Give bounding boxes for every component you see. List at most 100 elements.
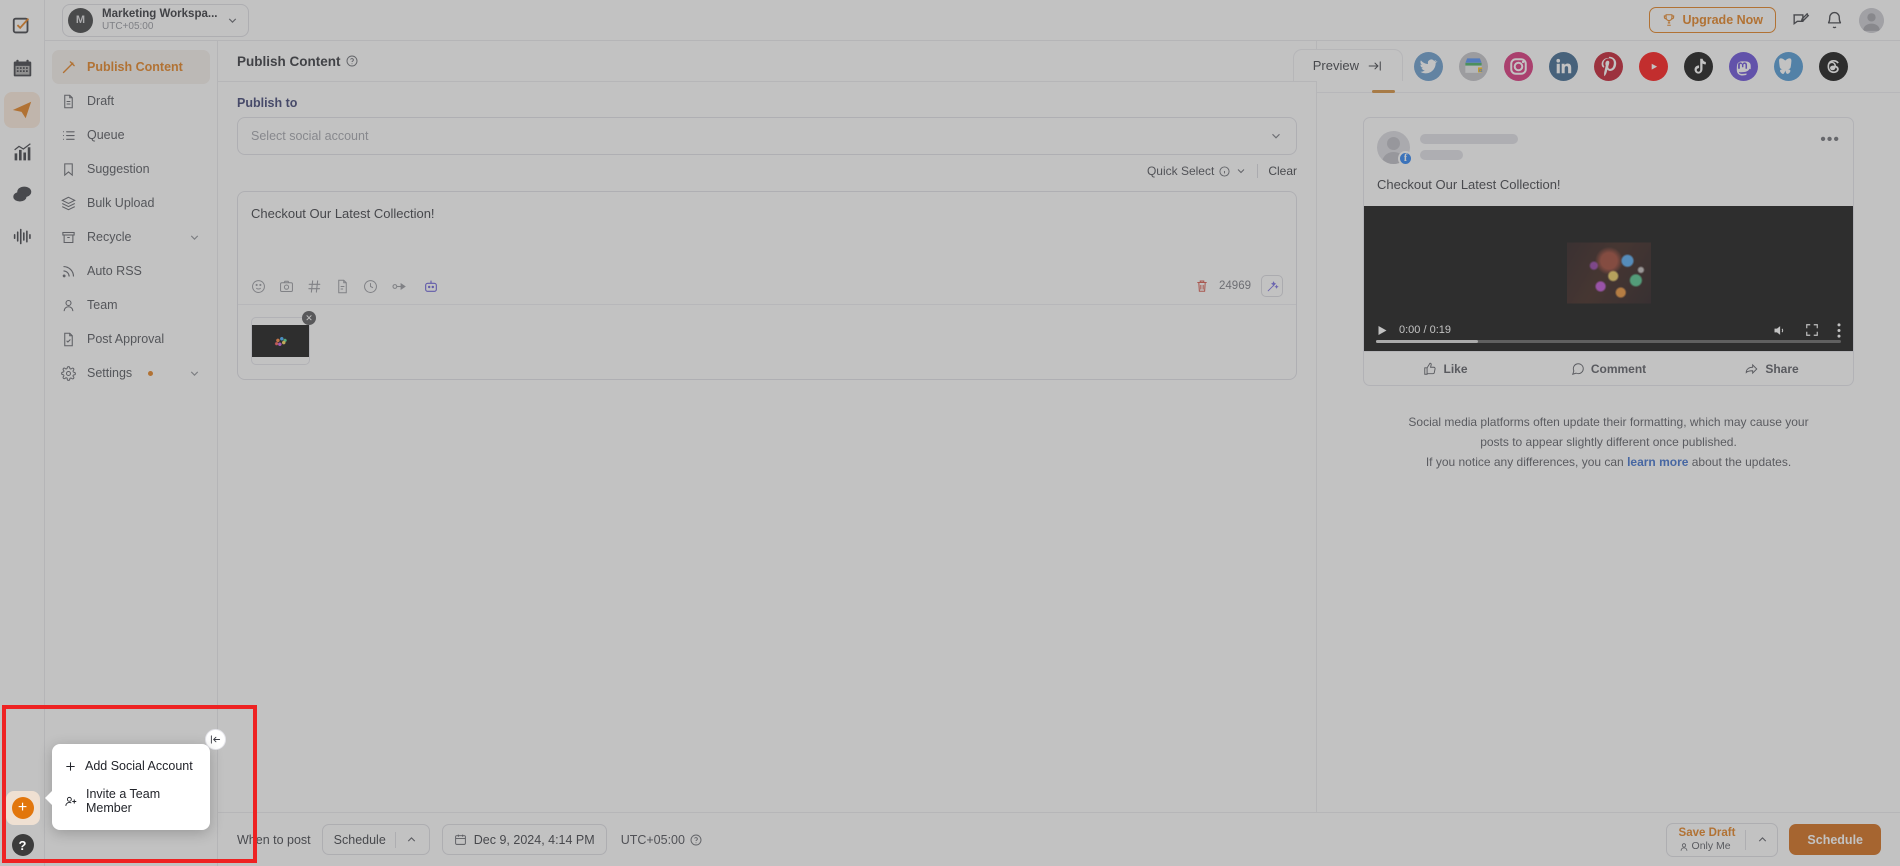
divider	[394, 831, 396, 848]
platform-tab-instagram[interactable]	[1504, 52, 1533, 81]
platform-tab-gmb[interactable]: G	[1459, 52, 1488, 81]
workspace-avatar: M	[68, 7, 93, 33]
date-picker-button[interactable]: Dec 9, 2024, 4:14 PM	[441, 824, 607, 855]
platform-tab-mastodon[interactable]	[1729, 52, 1758, 81]
hashtag-icon[interactable]	[307, 279, 322, 294]
ai-assistant-icon[interactable]	[423, 278, 439, 294]
rail-item-listening[interactable]	[4, 218, 40, 254]
sidebar-item-label: Recycle	[87, 230, 132, 244]
trophy-icon	[1662, 13, 1676, 27]
feedback-icon[interactable]	[1791, 11, 1810, 30]
schedule-mode-value: Schedule	[333, 832, 386, 847]
rail-item-tasks[interactable]	[4, 8, 40, 44]
save-draft-sub-label: Only Me	[1691, 840, 1731, 853]
add-social-account-fab[interactable]: +	[11, 797, 34, 819]
chevron-down-icon	[1235, 165, 1247, 177]
sidebar-item-auto-rss[interactable]: Auto RSS	[52, 254, 210, 288]
help-circle-icon[interactable]	[346, 55, 358, 67]
platform-tab-threads[interactable]	[1819, 52, 1848, 81]
svg-text:G: G	[1479, 68, 1483, 73]
platform-tab-tiktok[interactable]	[1684, 52, 1713, 81]
close-icon[interactable]: ✕	[302, 311, 316, 325]
link-shortener-icon[interactable]	[391, 279, 410, 294]
image-upload-icon[interactable]	[279, 279, 294, 294]
compose-textarea[interactable]: Checkout Our Latest Collection!	[238, 192, 1296, 268]
rss-icon	[61, 264, 76, 279]
schedule-button[interactable]: Schedule	[1789, 824, 1881, 855]
trash-icon[interactable]	[1195, 279, 1209, 293]
timezone-note: UTC+05:00	[621, 833, 702, 847]
workspace-selector[interactable]: M Marketing Workspa... UTC+05:00	[62, 3, 250, 37]
listening-icon	[12, 226, 33, 247]
learn-more-link[interactable]: learn more	[1627, 455, 1688, 469]
schedule-mode-select[interactable]: Schedule	[321, 824, 430, 855]
sidebar-item-bulk-upload[interactable]: Bulk Upload	[52, 186, 210, 220]
bottom-action-bar: When to post Schedule Dec 9, 2024, 4:14 …	[218, 812, 1900, 866]
workspace-timezone: UTC+05:00	[102, 20, 154, 32]
volume-icon[interactable]	[1772, 323, 1787, 338]
add-button-wrap: +	[5, 791, 40, 825]
user-avatar[interactable]	[1859, 7, 1884, 33]
platform-tab-youtube[interactable]	[1639, 52, 1668, 81]
sidebar-item-label: Draft	[87, 94, 115, 108]
sidebar-item-team[interactable]: Team	[52, 288, 210, 322]
video-time-display: 0:00 / 0:19	[1399, 324, 1451, 336]
video-progress-bar[interactable]	[1376, 340, 1841, 343]
play-icon[interactable]	[1376, 324, 1388, 337]
magic-wand-icon[interactable]	[1261, 275, 1283, 297]
sidebar-item-queue[interactable]: Queue	[52, 118, 210, 152]
fullscreen-icon[interactable]	[1805, 323, 1819, 337]
sidebar-item-draft[interactable]: Draft	[52, 84, 210, 118]
chevron-up-icon[interactable]	[1756, 833, 1769, 846]
platform-tab-linkedin[interactable]	[1549, 52, 1578, 81]
like-button[interactable]: Like	[1364, 362, 1527, 376]
rail-item-publish[interactable]	[4, 92, 40, 128]
preview-tab[interactable]: Preview	[1292, 49, 1403, 81]
save-draft-button[interactable]: Save Draft Only Me	[1665, 822, 1779, 857]
comment-icon	[1571, 362, 1585, 376]
sidebar-item-post-approval[interactable]: Post Approval	[52, 322, 210, 356]
notification-bell-icon[interactable]	[1825, 11, 1844, 30]
share-button[interactable]: Share	[1690, 362, 1853, 376]
help-circle-icon[interactable]	[690, 834, 702, 846]
platform-tab-twitter[interactable]	[1414, 52, 1443, 81]
fab-group: + ?	[0, 791, 45, 856]
archive-icon	[61, 230, 76, 245]
sidebar-item-label: Queue	[87, 128, 125, 142]
sidebar-item-settings[interactable]: Settings	[52, 356, 210, 390]
video-controls-right	[1772, 322, 1841, 338]
menu-item-invite-team-member[interactable]: Invite a Team Member	[52, 780, 210, 822]
rail-item-inbox[interactable]	[4, 176, 40, 212]
emoji-icon[interactable]	[251, 279, 266, 294]
attachment-thumbnail[interactable]: ✕	[251, 311, 316, 365]
document-icon	[61, 94, 76, 109]
person-icon	[1679, 842, 1689, 852]
preview-tab-label: Preview	[1312, 58, 1359, 73]
save-draft-title: Save Draft	[1678, 827, 1736, 840]
history-icon[interactable]	[363, 279, 378, 294]
social-account-select[interactable]: Select social account	[237, 117, 1297, 155]
plus-icon	[64, 760, 77, 773]
main-header: Publish Content Preview	[218, 41, 1403, 82]
quick-select-button[interactable]: Quick Select	[1147, 164, 1247, 178]
upgrade-now-button[interactable]: Upgrade Now	[1649, 7, 1776, 33]
sidebar-item-publish-content[interactable]: Publish Content	[52, 50, 210, 84]
video-menu-icon[interactable]	[1837, 322, 1841, 338]
sidebar-item-suggestion[interactable]: Suggestion	[52, 152, 210, 186]
top-bar: M Marketing Workspa... UTC+05:00 Upgrade…	[45, 0, 1900, 41]
calendar-icon	[454, 833, 467, 846]
video-player[interactable]: 0:00 / 0:19	[1364, 206, 1853, 351]
platform-tab-pinterest[interactable]	[1594, 52, 1623, 81]
rail-item-calendar[interactable]	[4, 50, 40, 86]
thumbs-up-icon	[1423, 362, 1437, 376]
more-options-icon[interactable]: •••	[1820, 131, 1840, 149]
platform-tab-bluesky[interactable]	[1774, 52, 1803, 81]
template-icon[interactable]	[335, 279, 350, 294]
help-fab[interactable]: ?	[11, 834, 34, 856]
comment-button[interactable]: Comment	[1527, 362, 1690, 376]
rail-item-analytics[interactable]	[4, 134, 40, 170]
clear-button[interactable]: Clear	[1268, 164, 1297, 178]
attachment-row: ✕	[238, 304, 1296, 379]
sidebar-item-recycle[interactable]: Recycle	[52, 220, 210, 254]
menu-item-add-social-account[interactable]: Add Social Account	[52, 752, 210, 780]
